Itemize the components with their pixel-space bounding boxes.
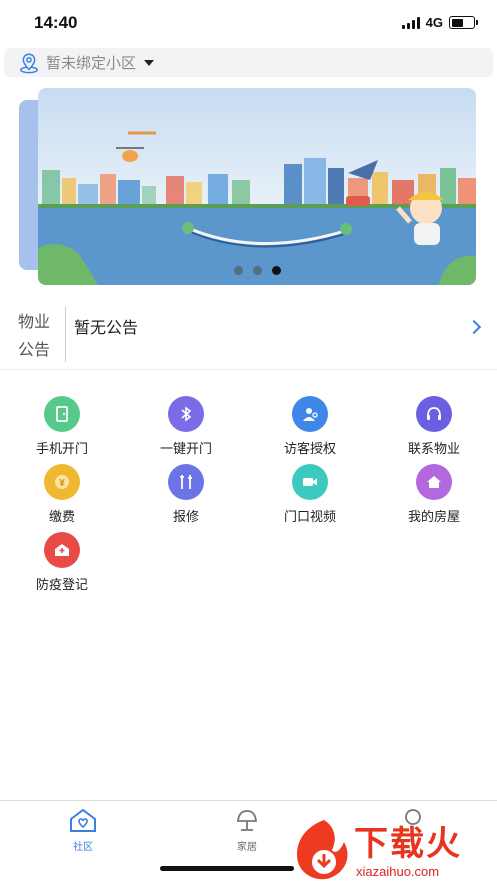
status-bar: 14:40 4G (0, 0, 497, 46)
service-house[interactable]: 我的房屋 (372, 464, 496, 525)
tools-icon (168, 464, 204, 500)
divider (65, 306, 66, 362)
carousel-dot[interactable] (233, 266, 243, 275)
bluetooth-icon (168, 396, 204, 432)
service-yuan-coin[interactable]: ¥ 缴费 (0, 464, 124, 525)
service-headset[interactable]: 联系物业 (372, 396, 496, 457)
city-illustration (38, 88, 476, 285)
service-label: 访客授权 (283, 442, 336, 457)
status-time: 14:40 (34, 13, 78, 32)
watermark-url: xiazaihuo.com (356, 864, 440, 879)
community-placeholder: 暂未绑定小区 (46, 54, 137, 72)
service-label: 防疫登记 (35, 578, 88, 593)
battery-icon (449, 16, 478, 29)
tab-community[interactable]: 社区 (48, 807, 118, 853)
service-label: 报修 (172, 510, 199, 525)
banner-slide[interactable] (38, 88, 476, 285)
service-label: 手机开门 (35, 442, 88, 457)
service-video-camera[interactable]: 门口视频 (248, 464, 372, 525)
video-camera-icon (292, 464, 328, 500)
network-type: 4G (425, 15, 443, 30)
service-label: 门口视频 (283, 510, 336, 525)
carousel-dot[interactable] (252, 266, 262, 275)
notice-text: 暂无公告 (74, 318, 139, 337)
service-label: 一键开门 (159, 442, 212, 457)
service-bluetooth[interactable]: 一键开门 (124, 396, 248, 457)
service-clinic[interactable]: 防疫登记 (0, 532, 124, 593)
clinic-icon (44, 532, 80, 568)
signal-icon (401, 16, 420, 29)
tab-home-devices[interactable]: 家居 (212, 807, 282, 853)
service-label: 我的房屋 (407, 510, 460, 525)
house-icon (416, 464, 452, 500)
yuan-coin-icon: ¥ (44, 464, 80, 500)
headset-icon (416, 396, 452, 432)
flame-logo-icon (297, 820, 348, 880)
notice-label: 物业 公告 (17, 312, 50, 359)
lamp-icon (237, 810, 257, 831)
location-pin-icon (20, 53, 38, 73)
banner-carousel[interactable] (0, 86, 497, 286)
service-label: 联系物业 (407, 442, 460, 457)
carousel-dot[interactable] (271, 266, 281, 275)
visitor-key-icon (292, 396, 328, 432)
community-home-icon (70, 808, 96, 832)
property-notice[interactable]: 物业 公告 暂无公告 (0, 300, 497, 370)
watermark-logo: 下载火 xiazaihuo.com (290, 816, 497, 883)
carousel-indicators (38, 266, 476, 275)
chevron-right-icon[interactable] (466, 319, 482, 335)
service-tools[interactable]: 报修 (124, 464, 248, 525)
service-label: 缴费 (48, 510, 75, 525)
community-selector[interactable]: 暂未绑定小区 (4, 48, 493, 77)
status-indicators: 4G (401, 15, 478, 30)
home-indicator[interactable] (160, 866, 294, 871)
chevron-down-icon (144, 59, 155, 66)
door-icon (44, 396, 80, 432)
service-visitor-key[interactable]: 访客授权 (248, 396, 372, 457)
svg-text:¥: ¥ (59, 478, 65, 489)
service-door[interactable]: 手机开门 (0, 396, 124, 457)
banner-prev-peek[interactable] (19, 100, 39, 270)
watermark-title: 下载火 (354, 824, 462, 864)
